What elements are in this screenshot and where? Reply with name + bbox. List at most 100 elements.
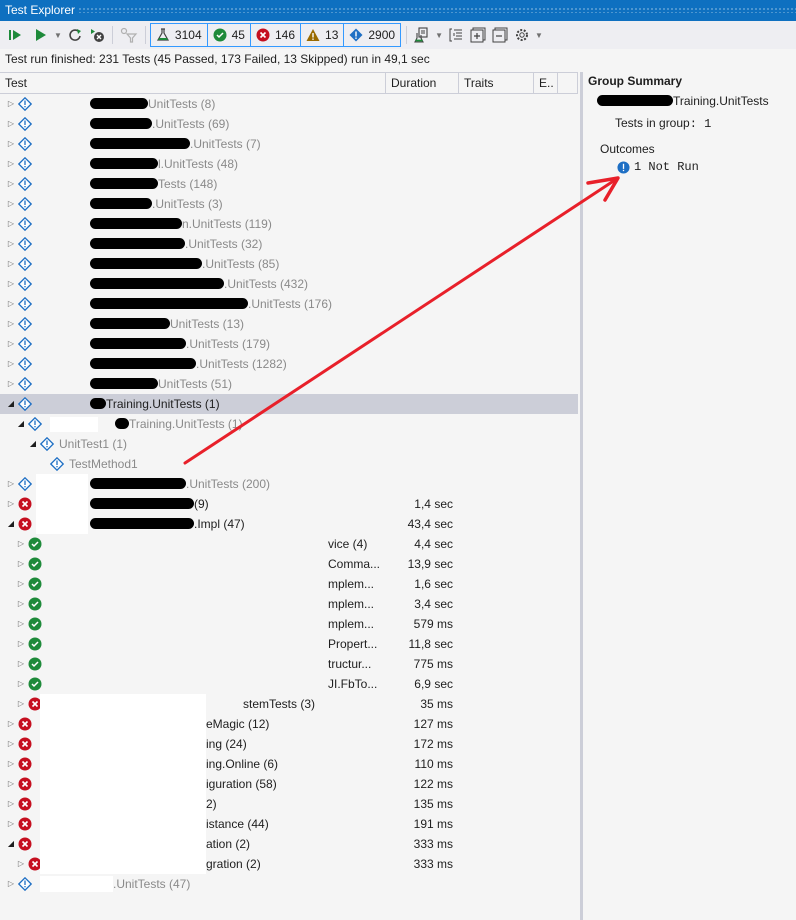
test-tree-row[interactable]: ◢ Training.UnitTests (1) xyxy=(0,394,578,414)
expand-chevron-icon[interactable]: ▷ xyxy=(16,554,26,574)
expand-chevron-icon[interactable]: ▷ xyxy=(6,774,16,794)
warning-tests-counter[interactable]: 13 xyxy=(300,23,345,47)
test-tree-row[interactable]: ▷ n.UnitTests (119) xyxy=(0,214,578,234)
test-tree-row[interactable]: ▷ tructur... 775 ms xyxy=(0,654,578,674)
test-tree-row[interactable]: ▷ Propert... 11,8 sec xyxy=(0,634,578,654)
test-tree-row[interactable]: ▷ iguration (58) 122 ms xyxy=(0,774,578,794)
expand-all-button[interactable] xyxy=(467,24,489,46)
test-tree-row[interactable]: ▷ l.UnitTests (48) xyxy=(0,154,578,174)
outcome-not-run[interactable]: 1 Not Run xyxy=(617,160,699,174)
column-header-error[interactable]: E.. xyxy=(534,73,558,93)
expand-chevron-icon[interactable]: ▷ xyxy=(6,374,16,394)
column-header-duration[interactable]: Duration xyxy=(386,73,459,93)
not-run-tests-counter[interactable]: 2900 xyxy=(343,23,402,47)
test-tree-row[interactable]: ▷ .UnitTests (179) xyxy=(0,334,578,354)
expand-chevron-icon[interactable]: ▷ xyxy=(6,94,16,114)
test-tree-row[interactable]: ▷ UnitTests (13) xyxy=(0,314,578,334)
expand-chevron-icon[interactable]: ▷ xyxy=(6,794,16,814)
run-all-button[interactable] xyxy=(4,24,26,46)
expand-chevron-icon[interactable]: ▷ xyxy=(16,614,26,634)
test-tree-row[interactable]: ◢ Training.UnitTests (1) xyxy=(0,414,578,434)
expand-chevron-icon[interactable]: ▷ xyxy=(16,594,26,614)
expand-chevron-icon[interactable]: ▷ xyxy=(16,534,26,554)
expand-chevron-icon[interactable]: ▷ xyxy=(6,194,16,214)
test-tree-row[interactable]: ▷ .UnitTests (200) xyxy=(0,474,578,494)
test-tree-row[interactable]: ▷ mplem... 579 ms xyxy=(0,614,578,634)
expand-chevron-icon[interactable]: ▷ xyxy=(6,134,16,154)
expand-chevron-icon[interactable]: ▷ xyxy=(6,734,16,754)
expand-chevron-icon[interactable]: ▷ xyxy=(16,654,26,674)
collapse-chevron-icon[interactable]: ◢ xyxy=(28,434,38,454)
test-tree-row[interactable]: ▷ Comma... 13,9 sec xyxy=(0,554,578,574)
expand-chevron-icon[interactable]: ▷ xyxy=(6,214,16,234)
expand-chevron-icon[interactable]: ▷ xyxy=(16,674,26,694)
test-tree-row[interactable]: ▷ eMagic (12) 127 ms xyxy=(0,714,578,734)
test-tree-row[interactable]: ▷ mplem... 3,4 sec xyxy=(0,594,578,614)
test-tree-row[interactable]: TestMethod1 xyxy=(0,454,578,474)
collapse-chevron-icon[interactable]: ◢ xyxy=(6,514,16,534)
expand-chevron-icon[interactable]: ▷ xyxy=(6,754,16,774)
test-tree-row[interactable]: ▷ (9) 1,4 sec xyxy=(0,494,578,514)
expand-chevron-icon[interactable]: ▷ xyxy=(16,574,26,594)
collapse-chevron-icon[interactable]: ◢ xyxy=(6,834,16,854)
test-tree-row[interactable]: ▷ .UnitTests (7) xyxy=(0,134,578,154)
expand-chevron-icon[interactable]: ▷ xyxy=(16,694,26,714)
playlist-dropdown-caret[interactable]: ▼ xyxy=(435,31,443,40)
run-dropdown-caret[interactable]: ▼ xyxy=(54,31,62,40)
passed-tests-counter[interactable]: 45 xyxy=(206,23,251,47)
test-tree-row[interactable]: ▷ vice (4) 4,4 sec xyxy=(0,534,578,554)
test-tree-row[interactable]: ▷ ing (24) 172 ms xyxy=(0,734,578,754)
expand-chevron-icon[interactable]: ▷ xyxy=(6,254,16,274)
column-header-test[interactable]: Test xyxy=(0,73,386,93)
test-tree-row[interactable]: ▷ .UnitTests (69) xyxy=(0,114,578,134)
test-tree-row[interactable]: ▷ UnitTests (8) xyxy=(0,94,578,114)
test-tree-row[interactable]: ▷ mplem... 1,6 sec xyxy=(0,574,578,594)
expand-chevron-icon[interactable]: ▷ xyxy=(16,854,26,874)
playlist-button[interactable] xyxy=(411,24,433,46)
expand-chevron-icon[interactable]: ▷ xyxy=(6,874,16,894)
test-tree-row[interactable]: ▷ .UnitTests (1282) xyxy=(0,354,578,374)
expand-chevron-icon[interactable]: ▷ xyxy=(6,114,16,134)
test-tree-row[interactable]: ▷ .UnitTests (47) xyxy=(0,874,578,894)
expand-chevron-icon[interactable]: ▷ xyxy=(6,714,16,734)
expand-chevron-icon[interactable]: ▷ xyxy=(6,154,16,174)
test-tree-row[interactable]: ▷ gration (2) 333 ms xyxy=(0,854,578,874)
collapse-chevron-icon[interactable]: ◢ xyxy=(16,414,26,434)
failed-tests-counter[interactable]: 146 xyxy=(249,23,302,47)
test-tree-row[interactable]: ◢ ation (2) 333 ms xyxy=(0,834,578,854)
group-by-button[interactable] xyxy=(445,24,467,46)
column-header-traits[interactable]: Traits xyxy=(459,73,534,93)
expand-chevron-icon[interactable]: ▷ xyxy=(6,814,16,834)
expand-chevron-icon[interactable]: ▷ xyxy=(6,174,16,194)
expand-chevron-icon[interactable]: ▷ xyxy=(6,314,16,334)
test-tree-row[interactable]: ▷ istance (44) 191 ms xyxy=(0,814,578,834)
expand-chevron-icon[interactable]: ▷ xyxy=(6,334,16,354)
expand-chevron-icon[interactable]: ▷ xyxy=(6,234,16,254)
test-tree-row[interactable]: ▷ stemTests (3) 35 ms xyxy=(0,694,578,714)
test-tree-row[interactable]: ▷ .UnitTests (432) xyxy=(0,274,578,294)
total-tests-counter[interactable]: 3104 xyxy=(149,23,208,47)
expand-chevron-icon[interactable]: ▷ xyxy=(6,354,16,374)
test-tree-row[interactable]: ◢ .Impl (47) 43,4 sec xyxy=(0,514,578,534)
settings-dropdown-caret[interactable]: ▼ xyxy=(535,31,543,40)
test-tree-row[interactable]: ▷ .UnitTests (3) xyxy=(0,194,578,214)
test-tree-row[interactable]: ▷ ing.Online (6) 110 ms xyxy=(0,754,578,774)
test-tree-row[interactable]: ▷ UnitTests (51) xyxy=(0,374,578,394)
expand-chevron-icon[interactable]: ▷ xyxy=(6,294,16,314)
expand-chevron-icon[interactable]: ▷ xyxy=(6,274,16,294)
cancel-run-button[interactable] xyxy=(86,24,108,46)
run-button[interactable] xyxy=(30,24,52,46)
test-tree-row[interactable]: ▷ .UnitTests (85) xyxy=(0,254,578,274)
test-tree-row[interactable]: ▷ .UnitTests (32) xyxy=(0,234,578,254)
filter-button[interactable] xyxy=(117,24,141,46)
test-tree-row[interactable]: ◢ UnitTest1 (1) xyxy=(0,434,578,454)
repeat-last-run-button[interactable] xyxy=(64,24,86,46)
test-tree-row[interactable]: ▷ Tests (148) xyxy=(0,174,578,194)
expand-chevron-icon[interactable]: ▷ xyxy=(6,474,16,494)
collapse-chevron-icon[interactable]: ◢ xyxy=(6,394,16,414)
expand-chevron-icon[interactable]: ▷ xyxy=(6,494,16,514)
settings-button[interactable] xyxy=(511,24,533,46)
test-tree-row[interactable]: ▷ .UnitTests (176) xyxy=(0,294,578,314)
test-tree-row[interactable]: ▷ 2) 135 ms xyxy=(0,794,578,814)
collapse-all-button[interactable] xyxy=(489,24,511,46)
